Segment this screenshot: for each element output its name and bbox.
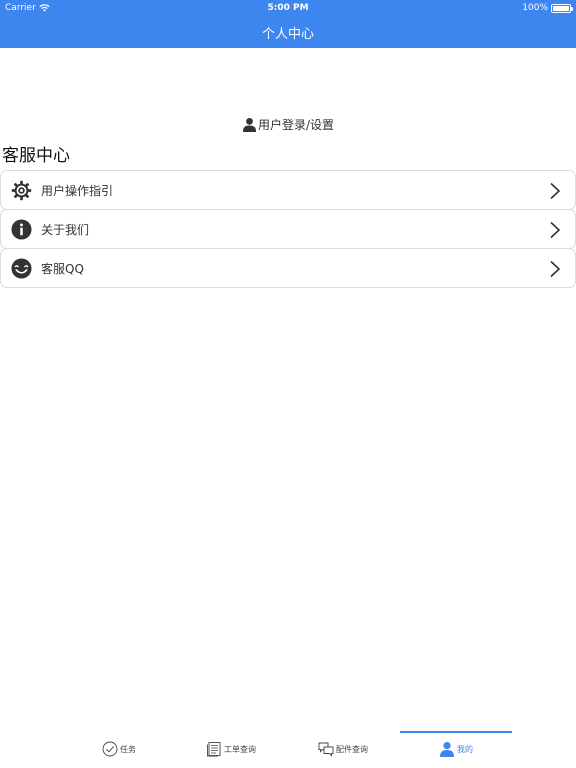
nav-bar: 个人中心 xyxy=(0,16,576,48)
tab-label: 我的 xyxy=(457,744,473,754)
tab-label: 配件查询 xyxy=(336,744,368,754)
login-settings-link[interactable]: 用户登录/设置 xyxy=(0,114,576,134)
menu-item-label: 客服QQ xyxy=(41,261,84,276)
tab-parts[interactable]: 配件查询 xyxy=(284,730,402,768)
status-bar: Carrier 5:00 PM 100% xyxy=(0,0,576,16)
document-icon xyxy=(207,742,221,757)
section-title: 客服中心 xyxy=(2,146,70,166)
tab-work-orders[interactable]: 工单查询 xyxy=(172,730,290,768)
battery-icon xyxy=(551,3,573,13)
chevron-right-icon xyxy=(550,221,561,239)
user-icon xyxy=(242,117,257,132)
tab-tasks[interactable]: 任务 xyxy=(60,730,178,768)
menu-item-about-us[interactable]: 关于我们 xyxy=(0,209,576,249)
menu-item-service-qq[interactable]: 客服QQ xyxy=(0,248,576,288)
check-circle-icon xyxy=(102,741,118,757)
chat-icon xyxy=(318,742,334,757)
login-label: 用户登录/设置 xyxy=(257,117,335,132)
tab-label: 工单查询 xyxy=(224,744,256,754)
gear-icon xyxy=(11,180,32,201)
status-time: 5:00 PM xyxy=(267,3,309,13)
menu-item-label: 用户操作指引 xyxy=(41,183,114,198)
menu-item-label: 关于我们 xyxy=(41,222,90,237)
chevron-right-icon xyxy=(550,260,561,278)
user-icon xyxy=(440,742,454,757)
battery-label: 100% xyxy=(522,3,548,13)
menu-item-user-guide[interactable]: 用户操作指引 xyxy=(0,170,576,210)
active-tab-indicator xyxy=(400,731,512,733)
tab-label: 任务 xyxy=(120,744,136,754)
page-title: 个人中心 xyxy=(261,26,314,42)
battery-info: 100% xyxy=(522,3,573,13)
smile-icon xyxy=(11,258,32,279)
info-icon xyxy=(11,219,32,240)
tab-mine[interactable]: 我的 xyxy=(400,730,512,768)
chevron-right-icon xyxy=(550,182,561,200)
service-menu: 用户操作指引 关于我们 客服QQ xyxy=(0,170,576,288)
tab-bar: 任务 工单查询 配件查询 我的 xyxy=(0,730,576,768)
